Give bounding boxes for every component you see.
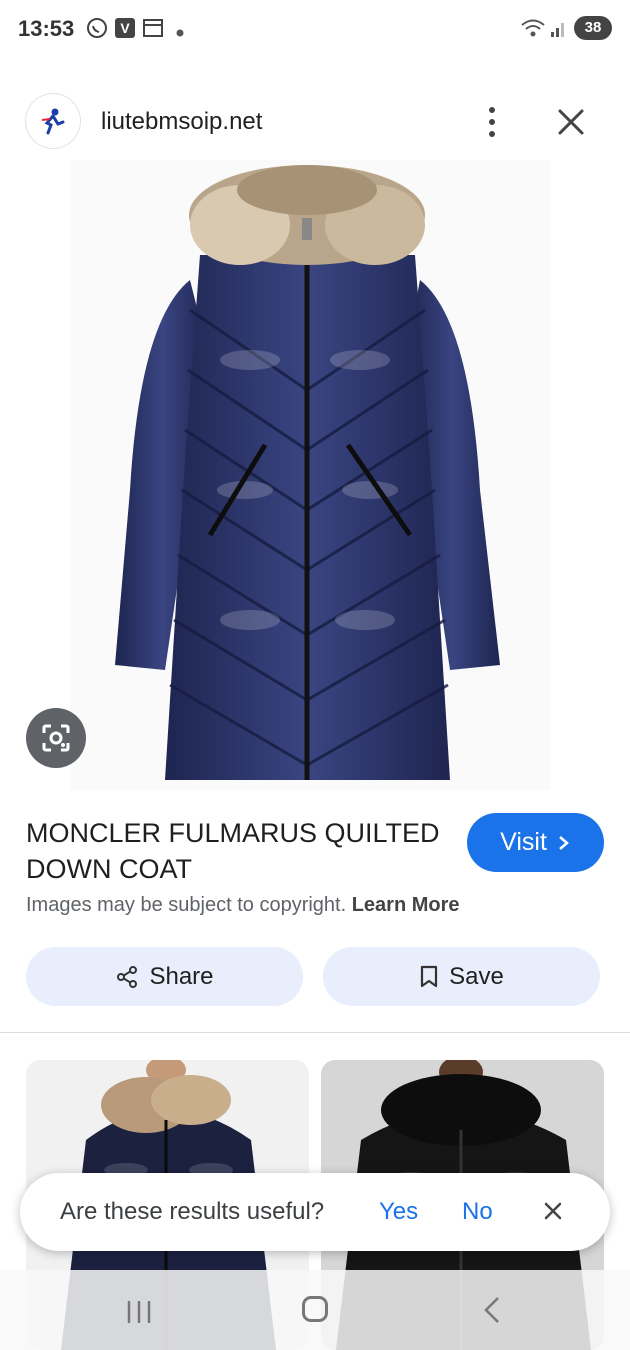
feedback-question: Are these results useful? — [60, 1198, 325, 1225]
status-bar: 13:53 V 38 — [0, 0, 630, 56]
close-button[interactable] — [551, 100, 591, 144]
bookmark-icon — [421, 965, 438, 987]
more-options-button[interactable] — [478, 100, 506, 144]
recent-apps-icon — [127, 1301, 151, 1323]
whatsapp-icon — [86, 17, 108, 44]
product-title: MONCLER FULMARUS QUILTED DOWN COAT — [26, 818, 440, 884]
close-icon — [544, 1202, 562, 1220]
learn-more-link[interactable]: Learn More — [352, 894, 460, 916]
copyright-text: Images may be subject to copyright. — [26, 894, 347, 916]
clock: 13:53 — [18, 16, 75, 41]
section-divider — [0, 1032, 630, 1033]
battery-indicator: 38 — [574, 16, 612, 40]
share-button[interactable]: Share — [26, 947, 303, 1006]
recent-apps-button[interactable] — [126, 1300, 152, 1329]
product-image[interactable] — [70, 160, 550, 790]
chevron-right-icon — [559, 835, 569, 850]
feedback-yes-button[interactable]: Yes — [379, 1198, 418, 1226]
visit-button[interactable]: Visit — [467, 813, 604, 872]
lens-icon — [42, 724, 70, 752]
more-dot-icon — [489, 131, 495, 137]
runner-logo-icon[interactable] — [26, 94, 80, 148]
system-nav-bar — [0, 1270, 630, 1350]
feedback-prompt: Are these results useful? Yes No — [20, 1173, 610, 1251]
signal-icon — [550, 17, 568, 44]
feedback-close-button[interactable] — [540, 1198, 566, 1224]
dot-icon — [176, 24, 184, 42]
source-site-name[interactable]: liutebmsoip.net — [101, 108, 262, 136]
share-icon — [117, 965, 138, 988]
wifi-icon — [520, 17, 546, 44]
back-button[interactable] — [482, 1296, 502, 1329]
save-label: Save — [449, 962, 504, 990]
svg-text:V: V — [120, 20, 130, 36]
feedback-no-button[interactable]: No — [462, 1198, 493, 1226]
save-button[interactable]: Save — [323, 947, 600, 1006]
more-dot-icon — [489, 107, 495, 113]
copyright-notice: Images may be subject to copyright. Lear… — [26, 894, 460, 917]
home-button[interactable] — [302, 1296, 328, 1322]
source-header: liutebmsoip.net — [0, 92, 630, 152]
calendar-icon — [142, 17, 164, 44]
lens-search-button[interactable] — [26, 708, 86, 768]
share-label: Share — [149, 962, 214, 990]
visit-label: Visit — [500, 828, 547, 856]
v-app-icon: V — [114, 17, 136, 44]
coat-illustration — [115, 165, 500, 780]
close-icon — [558, 109, 584, 135]
more-dot-icon — [489, 119, 495, 125]
back-icon — [484, 1297, 499, 1323]
